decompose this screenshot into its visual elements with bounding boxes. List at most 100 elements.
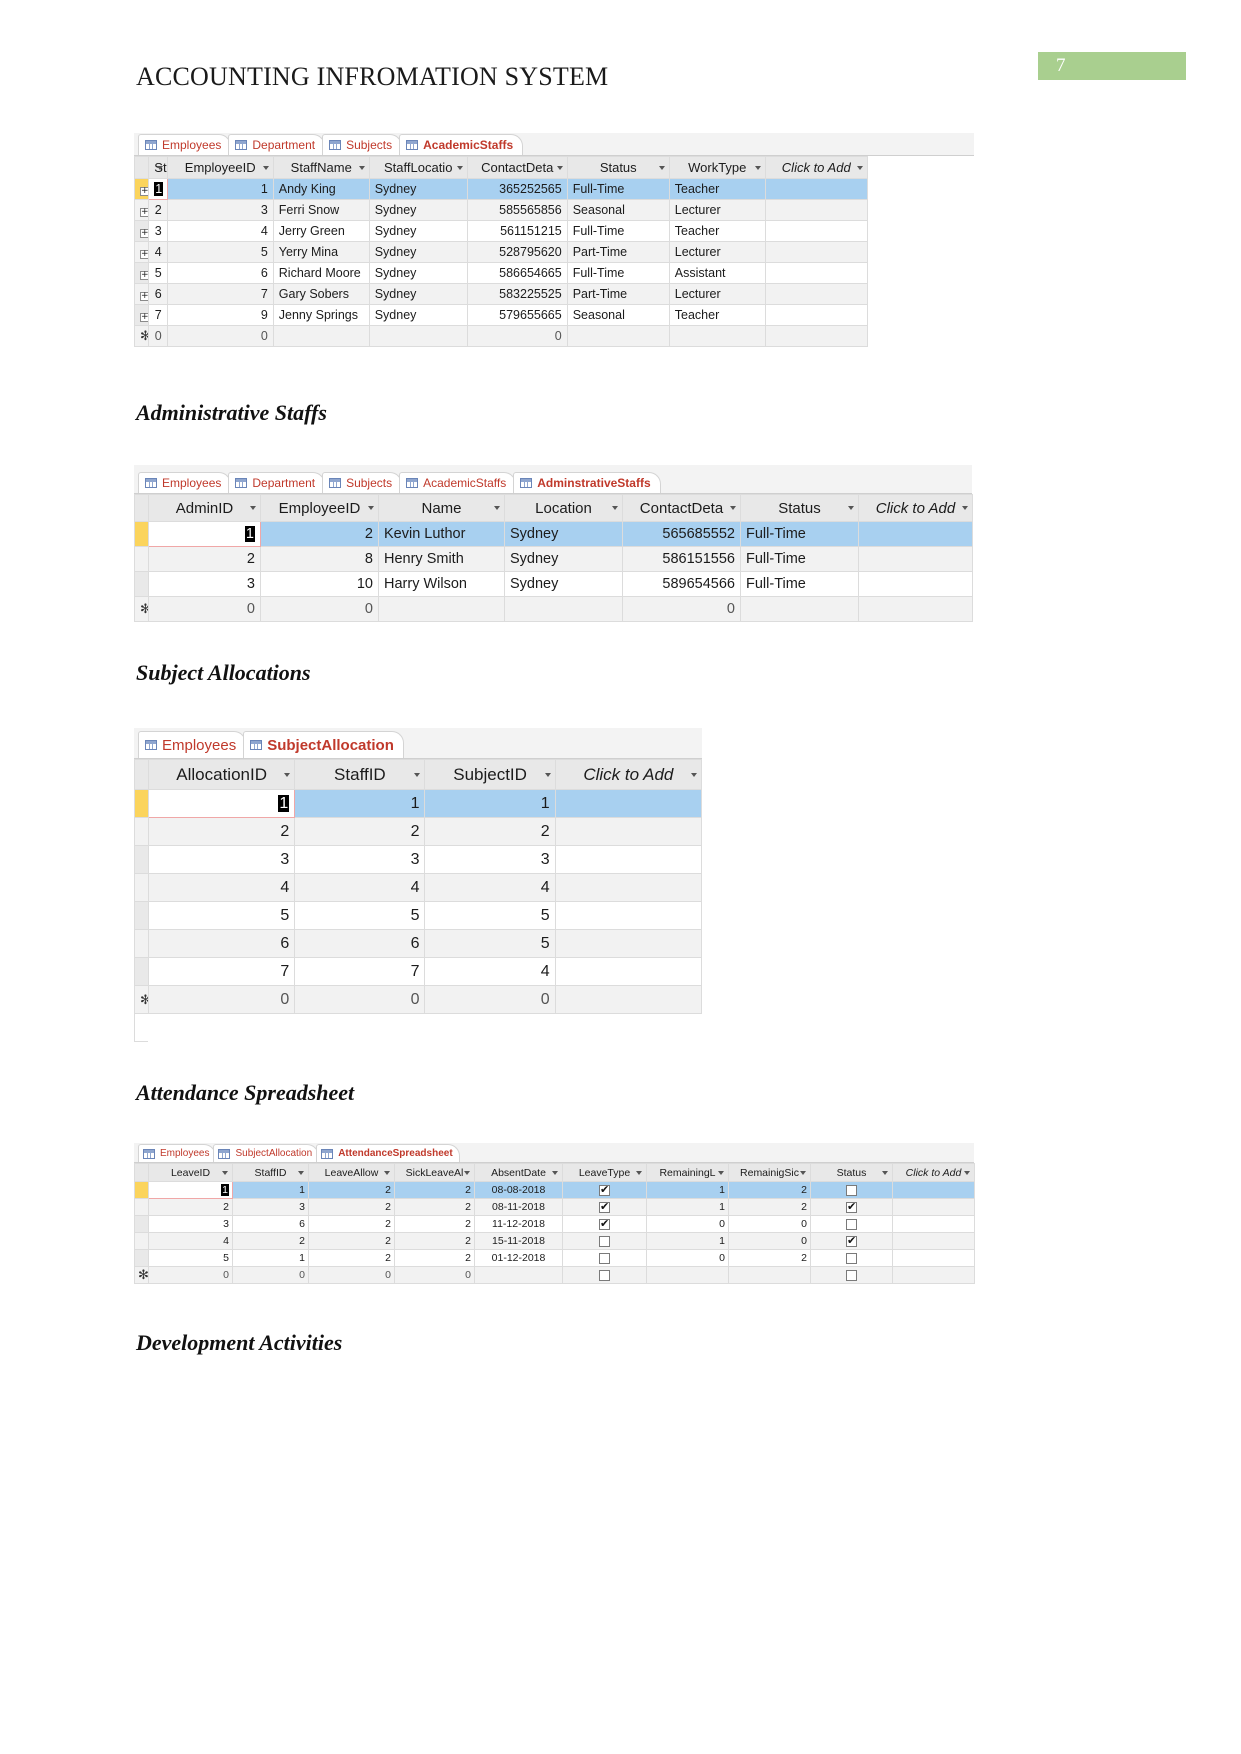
cell-status[interactable]: Seasonal xyxy=(566,199,670,221)
row-expander[interactable]: + xyxy=(133,304,150,326)
table-row[interactable]: 444 xyxy=(133,873,703,902)
cell-status[interactable]: Full-Time xyxy=(740,521,859,547)
column-header-click-to-add[interactable]: Click to Add xyxy=(858,494,973,522)
column-header-employeeid[interactable]: EmployeeID xyxy=(166,156,274,179)
cell-adminid[interactable]: 3 xyxy=(148,571,261,597)
cell-contactdeta[interactable]: 589654566 xyxy=(622,571,741,597)
cell-staffid-editing[interactable]: 1 xyxy=(148,178,168,200)
chevron-down-icon[interactable] xyxy=(848,506,854,510)
cell-click-to-add[interactable] xyxy=(764,283,868,305)
checkbox-checked-icon[interactable] xyxy=(846,1200,857,1213)
table-row[interactable]: +7 9 Jenny Springs Sydney 579655665 Seasonal T… xyxy=(133,304,974,326)
cell-worktype[interactable]: Teacher xyxy=(668,304,766,326)
cell-click-to-add[interactable] xyxy=(858,546,973,572)
cell-stafflocatio[interactable]: Sydney xyxy=(368,199,468,221)
cell-staffid[interactable]: 7 xyxy=(148,304,168,326)
row-selector[interactable] xyxy=(134,1181,149,1199)
column-header-allocationid[interactable]: AllocationID xyxy=(148,759,296,790)
cell-staffid[interactable]: 6 xyxy=(294,929,426,958)
cell-stafflocatio[interactable]: Sydney xyxy=(368,178,468,200)
cell-remainigsic[interactable] xyxy=(728,1266,811,1284)
tab-subjects[interactable]: Subjects xyxy=(322,134,403,155)
cell-staffname[interactable]: Yerry Mina xyxy=(272,241,370,263)
cell-allocationid[interactable]: 2 xyxy=(148,817,296,846)
tab-department[interactable]: Department xyxy=(228,134,326,155)
column-header-staffname[interactable]: StaffName xyxy=(272,156,370,179)
chevron-down-icon[interactable] xyxy=(494,506,500,510)
cell-stafflocatio[interactable] xyxy=(368,325,468,347)
cell-worktype[interactable]: Teacher xyxy=(668,178,766,200)
table-row[interactable]: 222 xyxy=(133,817,703,846)
cell-contactdeta[interactable]: 586654665 xyxy=(466,262,568,284)
chevron-down-icon[interactable] xyxy=(856,165,863,170)
cell-click-to-add[interactable] xyxy=(554,901,703,930)
cell-staffname[interactable]: Ferri Snow xyxy=(272,199,370,221)
column-header-remainigsic[interactable]: RemainigSic xyxy=(728,1163,811,1182)
tab-academicstaffs[interactable]: AcademicStaffs xyxy=(399,134,524,155)
table-row[interactable]: 333 xyxy=(133,845,703,874)
chevron-down-icon[interactable] xyxy=(384,1170,390,1175)
select-all-corner[interactable] xyxy=(133,156,150,179)
cell-subjectid[interactable]: 4 xyxy=(424,957,556,986)
row-selector[interactable] xyxy=(133,957,150,986)
cell-staffid[interactable]: 6 xyxy=(148,283,168,305)
row-selector[interactable] xyxy=(134,1198,149,1216)
cell-worktype[interactable] xyxy=(668,325,766,347)
cell-status[interactable] xyxy=(740,596,859,622)
cell-employeeid[interactable]: 10 xyxy=(260,571,379,597)
cell-location[interactable] xyxy=(504,596,623,622)
cell-remainingl[interactable]: 0 xyxy=(646,1215,729,1233)
cell-leaveid[interactable]: 3 xyxy=(148,1215,233,1233)
cell-allocationid[interactable]: 6 xyxy=(148,929,296,958)
expand-plus-icon[interactable]: + xyxy=(140,208,148,217)
cell-leavetype[interactable] xyxy=(562,1181,647,1199)
cell-staffid[interactable]: 0 xyxy=(148,325,168,347)
cell-click-to-add[interactable] xyxy=(858,596,973,622)
cell-click-to-add[interactable] xyxy=(892,1266,975,1284)
cell-click-to-add[interactable] xyxy=(764,262,868,284)
cell-click-to-add[interactable] xyxy=(858,521,973,547)
table-row[interactable]: +4 5 Yerry Mina Sydney 528795620 Part-Time Lec… xyxy=(133,241,974,263)
table-row[interactable]: 555 xyxy=(133,901,703,930)
expand-plus-icon[interactable]: + xyxy=(140,313,148,322)
cell-stafflocatio[interactable]: Sydney xyxy=(368,304,468,326)
cell-name[interactable]: Henry Smith xyxy=(378,546,505,572)
cell-leaveid[interactable]: 2 xyxy=(148,1198,233,1216)
column-header-location[interactable]: Location xyxy=(504,494,623,522)
cell-leavetype[interactable] xyxy=(562,1232,647,1250)
cell-contactdeta[interactable]: 586151556 xyxy=(622,546,741,572)
table-row[interactable]: 111 xyxy=(133,789,703,818)
cell-click-to-add[interactable] xyxy=(764,220,868,242)
cell-remainigsic[interactable]: 2 xyxy=(728,1249,811,1267)
cell-subjectid[interactable]: 2 xyxy=(424,817,556,846)
row-selector[interactable] xyxy=(133,901,150,930)
table-row[interactable]: 1 2 Kevin Luthor Sydney 565685552 Full-Time xyxy=(134,521,973,547)
chevron-down-icon[interactable] xyxy=(754,165,761,170)
cell-subjectid[interactable]: 5 xyxy=(424,929,556,958)
new-record-row[interactable]: ✻000 xyxy=(133,985,703,1014)
cell-sickleaveal[interactable]: 2 xyxy=(394,1198,475,1216)
chevron-down-icon[interactable] xyxy=(358,165,365,170)
cell-stafflocatio[interactable]: Sydney xyxy=(368,241,468,263)
cell-staffname[interactable]: Richard Moore xyxy=(272,262,370,284)
chevron-down-icon[interactable] xyxy=(464,1170,470,1175)
cell-adminid[interactable]: 2 xyxy=(148,546,261,572)
cell-leaveallow[interactable]: 2 xyxy=(308,1215,395,1233)
tab-employees[interactable]: Employees xyxy=(138,134,232,155)
column-header-status[interactable]: Status xyxy=(740,494,859,522)
column-header-employeeid[interactable]: EmployeeID xyxy=(260,494,379,522)
cell-contactdeta[interactable]: 565685552 xyxy=(622,521,741,547)
cell-staffname[interactable]: Jerry Green xyxy=(272,220,370,242)
cell-staffid[interactable]: 0 xyxy=(232,1266,309,1284)
cell-click-to-add[interactable] xyxy=(554,817,703,846)
cell-leavetype[interactable] xyxy=(562,1249,647,1267)
cell-allocationid[interactable]: 0 xyxy=(148,985,296,1014)
cell-leaveallow[interactable]: 0 xyxy=(308,1266,395,1284)
select-all-corner[interactable] xyxy=(134,1163,149,1182)
table-row[interactable]: +2 3 Ferri Snow Sydney 585565856 Seasonal Lect… xyxy=(133,199,974,221)
cell-contactdeta[interactable]: 528795620 xyxy=(466,241,568,263)
cell-name[interactable] xyxy=(378,596,505,622)
cell-leaveallow[interactable]: 2 xyxy=(308,1232,395,1250)
chevron-down-icon[interactable] xyxy=(156,165,163,170)
column-header-click-to-add[interactable]: Click to Add xyxy=(554,759,703,790)
